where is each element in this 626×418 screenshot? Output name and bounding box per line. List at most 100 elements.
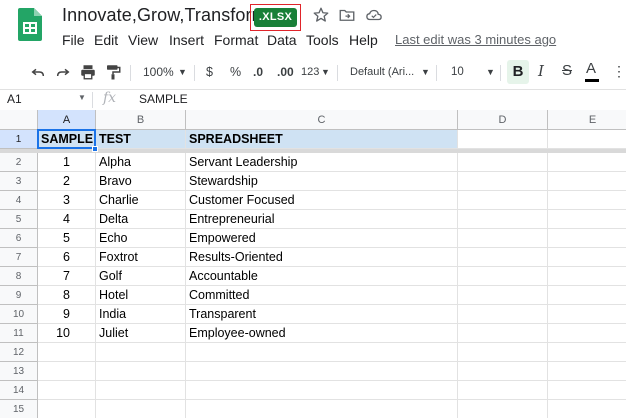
cell-d8[interactable]	[458, 267, 548, 286]
cell-a3[interactable]: 2	[38, 172, 96, 191]
cell-e9[interactable]	[548, 286, 626, 305]
cell-d7[interactable]	[458, 248, 548, 267]
more-formats-button[interactable]: 123	[301, 62, 319, 82]
menu-format[interactable]: Format	[214, 32, 258, 48]
cell-e4[interactable]	[548, 191, 626, 210]
cell-b2[interactable]: Alpha	[96, 153, 186, 172]
strikethrough-button[interactable]: S	[562, 61, 572, 81]
print-icon[interactable]	[79, 63, 97, 81]
cell-c5[interactable]: Entrepreneurial	[186, 210, 458, 229]
cell-c7[interactable]: Results-Oriented	[186, 248, 458, 267]
cell-c13[interactable]	[186, 362, 458, 381]
menu-help[interactable]: Help	[349, 32, 378, 48]
cell-a11[interactable]: 10	[38, 324, 96, 343]
cell-b3[interactable]: Bravo	[96, 172, 186, 191]
row-header-8[interactable]: 8	[0, 267, 38, 286]
fill-handle[interactable]	[92, 146, 98, 152]
cell-e14[interactable]	[548, 381, 626, 400]
document-title[interactable]: Innovate,Grow,Transform	[62, 5, 267, 26]
cell-b13[interactable]	[96, 362, 186, 381]
star-icon[interactable]	[312, 6, 330, 24]
font-size-chevron-down-icon[interactable]: ▼	[486, 62, 495, 82]
row-header-1[interactable]: 1	[0, 130, 38, 149]
cell-e5[interactable]	[548, 210, 626, 229]
cell-b12[interactable]	[96, 343, 186, 362]
cell-d3[interactable]	[458, 172, 548, 191]
cell-a4[interactable]: 3	[38, 191, 96, 210]
cell-c15[interactable]	[186, 400, 458, 418]
cell-a2[interactable]: 1	[38, 153, 96, 172]
column-header-e[interactable]: E	[548, 110, 626, 130]
undo-icon[interactable]	[29, 64, 47, 80]
cell-d4[interactable]	[458, 191, 548, 210]
cell-e8[interactable]	[548, 267, 626, 286]
row-header-2[interactable]: 2	[0, 153, 38, 172]
last-edit-link[interactable]: Last edit was 3 minutes ago	[395, 32, 556, 47]
cell-c12[interactable]	[186, 343, 458, 362]
more-options-icon[interactable]: ⋮	[612, 61, 626, 81]
formula-input[interactable]: SAMPLE	[139, 92, 188, 106]
cell-c4[interactable]: Customer Focused	[186, 191, 458, 210]
row-header-15[interactable]: 15	[0, 400, 38, 418]
cell-b15[interactable]	[96, 400, 186, 418]
more-formats-chevron-down-icon[interactable]: ▼	[321, 62, 330, 82]
cell-a7[interactable]: 6	[38, 248, 96, 267]
row-header-9[interactable]: 9	[0, 286, 38, 305]
cell-d5[interactable]	[458, 210, 548, 229]
cell-b9[interactable]: Hotel	[96, 286, 186, 305]
cell-b4[interactable]: Charlie	[96, 191, 186, 210]
row-header-4[interactable]: 4	[0, 191, 38, 210]
row-header-6[interactable]: 6	[0, 229, 38, 248]
cell-d10[interactable]	[458, 305, 548, 324]
cell-e7[interactable]	[548, 248, 626, 267]
cell-b10[interactable]: India	[96, 305, 186, 324]
cell-c6[interactable]: Empowered	[186, 229, 458, 248]
cell-e6[interactable]	[548, 229, 626, 248]
row-header-13[interactable]: 13	[0, 362, 38, 381]
column-header-a[interactable]: A	[38, 110, 96, 130]
menu-tools[interactable]: Tools	[306, 32, 339, 48]
menu-edit[interactable]: Edit	[94, 32, 118, 48]
italic-button[interactable]: I	[538, 61, 544, 81]
cell-c10[interactable]: Transparent	[186, 305, 458, 324]
currency-format-button[interactable]: $	[206, 62, 213, 82]
cell-d13[interactable]	[458, 362, 548, 381]
cell-d6[interactable]	[458, 229, 548, 248]
cell-a12[interactable]	[38, 343, 96, 362]
row-header-10[interactable]: 10	[0, 305, 38, 324]
row-header-7[interactable]: 7	[0, 248, 38, 267]
cell-c9[interactable]: Committed	[186, 286, 458, 305]
cell-b5[interactable]: Delta	[96, 210, 186, 229]
cell-c2[interactable]: Servant Leadership	[186, 153, 458, 172]
name-box[interactable]: A1	[7, 92, 22, 106]
row-header-5[interactable]: 5	[0, 210, 38, 229]
zoom-chevron-down-icon[interactable]: ▼	[178, 62, 187, 82]
cell-e12[interactable]	[548, 343, 626, 362]
row-header-3[interactable]: 3	[0, 172, 38, 191]
spreadsheet-grid[interactable]: A B C D E 1 SAMPLE TEST SPREADSHEET 2 1 Alpha Servan…	[0, 110, 626, 418]
cell-c8[interactable]: Accountable	[186, 267, 458, 286]
cell-d15[interactable]	[458, 400, 548, 418]
menu-insert[interactable]: Insert	[169, 32, 204, 48]
cell-b7[interactable]: Foxtrot	[96, 248, 186, 267]
select-all-corner[interactable]	[0, 110, 38, 130]
cell-b11[interactable]: Juliet	[96, 324, 186, 343]
menu-view[interactable]: View	[128, 32, 158, 48]
move-to-folder-icon[interactable]	[338, 6, 356, 24]
name-box-chevron-down-icon[interactable]: ▼	[78, 93, 86, 102]
cell-d14[interactable]	[458, 381, 548, 400]
cell-b6[interactable]: Echo	[96, 229, 186, 248]
cell-c14[interactable]	[186, 381, 458, 400]
cell-e15[interactable]	[548, 400, 626, 418]
cell-e10[interactable]	[548, 305, 626, 324]
percent-format-button[interactable]: %	[230, 62, 241, 82]
cell-d2[interactable]	[458, 153, 548, 172]
font-family-select[interactable]: Default (Ari...	[350, 62, 414, 82]
decrease-decimals-button[interactable]: .0	[253, 62, 263, 82]
row-header-14[interactable]: 14	[0, 381, 38, 400]
cell-e3[interactable]	[548, 172, 626, 191]
column-header-c[interactable]: C	[186, 110, 458, 130]
cell-a10[interactable]: 9	[38, 305, 96, 324]
cell-a13[interactable]	[38, 362, 96, 381]
cell-e11[interactable]	[548, 324, 626, 343]
